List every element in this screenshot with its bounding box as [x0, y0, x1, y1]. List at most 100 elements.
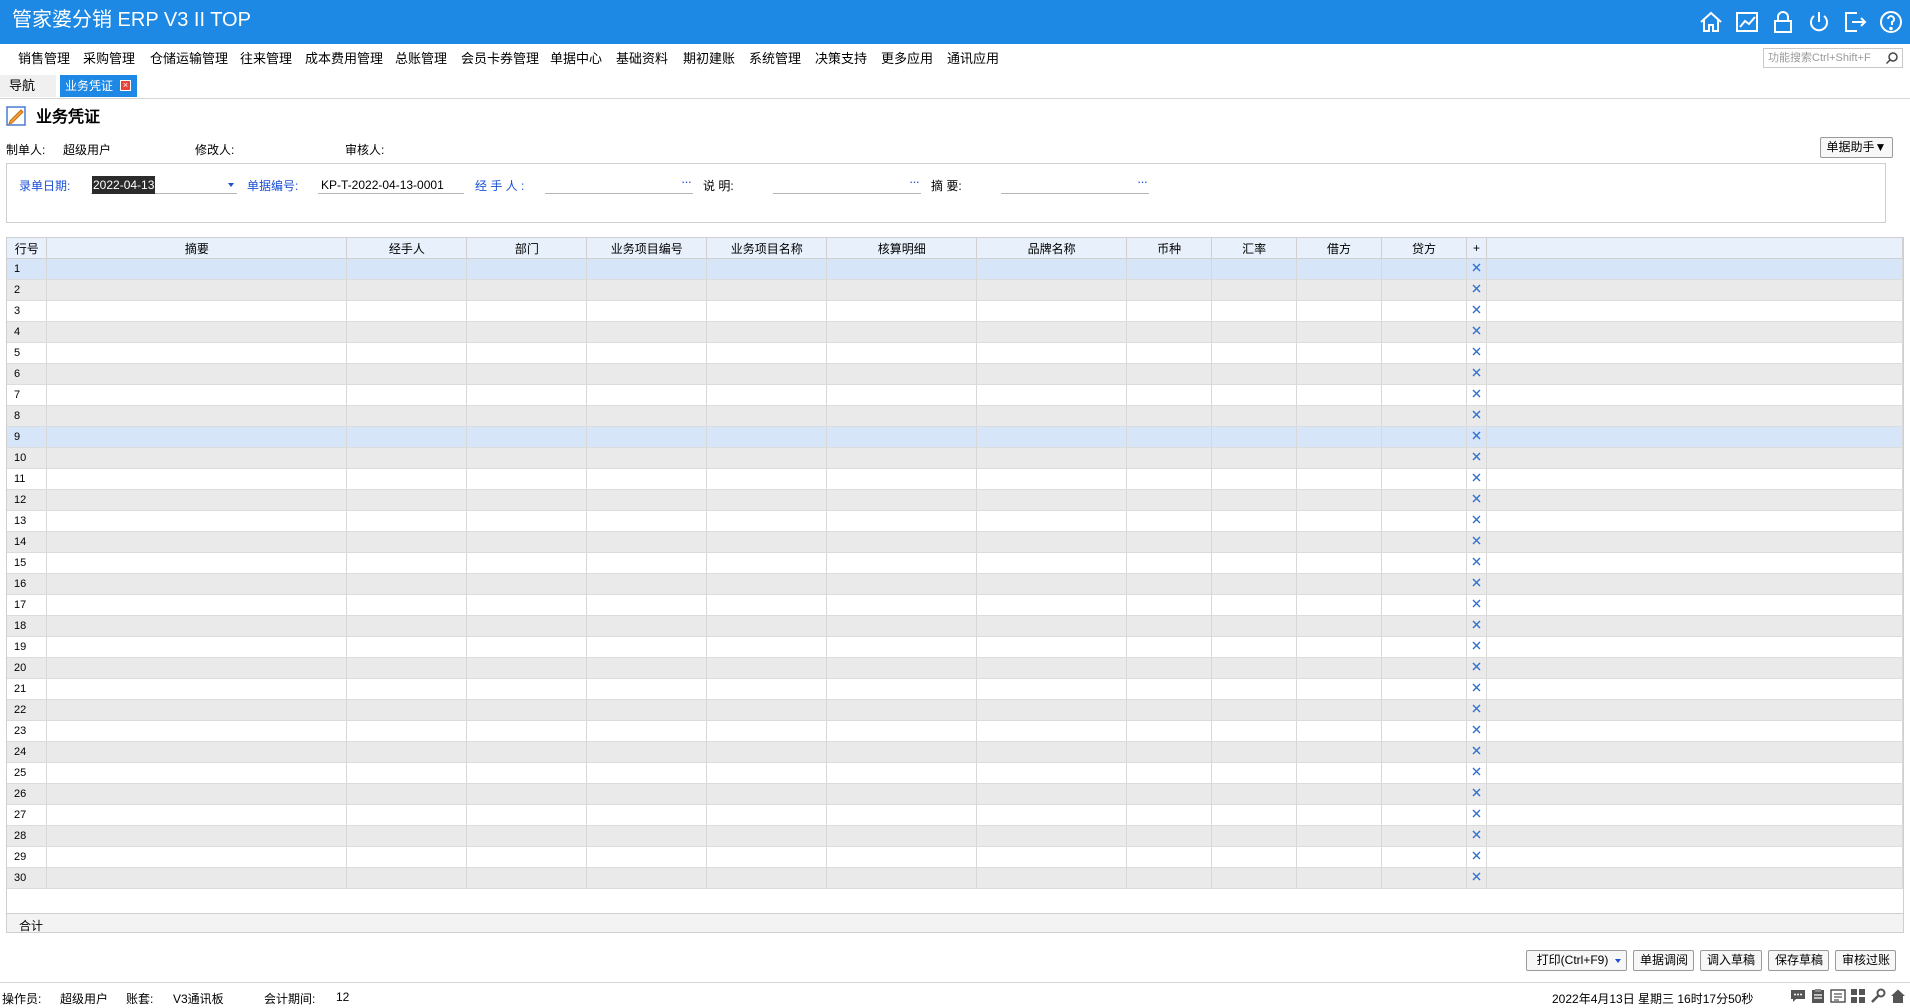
grid-cell[interactable] [1296, 573, 1383, 595]
table-row[interactable]: 27 [7, 804, 1903, 826]
grid-cell[interactable] [346, 720, 468, 742]
grid-cell[interactable] [346, 783, 468, 805]
table-row[interactable]: 22 [7, 699, 1903, 721]
grid-cell[interactable] [1381, 594, 1468, 616]
close-icon[interactable]: × [120, 80, 131, 91]
grid-cell[interactable] [586, 447, 708, 469]
table-row[interactable]: 29 [7, 846, 1903, 868]
menu-more-apps[interactable]: 更多应用 [881, 51, 933, 67]
grid-apps-icon[interactable] [1850, 988, 1866, 1004]
grid-cell[interactable] [1296, 846, 1383, 868]
grid-cell[interactable] [46, 678, 348, 700]
grid-cell[interactable] [346, 762, 468, 784]
grid-cell[interactable] [826, 447, 978, 469]
summary-field[interactable]: ··· [1001, 174, 1149, 194]
grid-cell[interactable] [346, 321, 468, 343]
delete-row-icon[interactable] [1466, 594, 1487, 616]
grid-cell[interactable] [976, 678, 1128, 700]
grid-cell[interactable] [1381, 279, 1468, 301]
grid-cell[interactable] [346, 426, 468, 448]
grid-cell[interactable] [586, 384, 708, 406]
grid-cell[interactable] [46, 363, 348, 385]
delete-row-icon[interactable] [1466, 300, 1487, 322]
grid-cell[interactable] [1211, 762, 1298, 784]
delete-row-icon[interactable] [1466, 804, 1487, 826]
grid-cell[interactable] [346, 510, 468, 532]
grid-cell[interactable] [46, 804, 348, 826]
grid-cell[interactable] [976, 279, 1128, 301]
table-row[interactable]: 12 [7, 489, 1903, 511]
power-icon[interactable] [1806, 9, 1832, 35]
col-project-code[interactable]: 业务项目编号 [586, 238, 708, 259]
grid-cell[interactable] [1211, 258, 1298, 280]
grid-cell[interactable] [826, 636, 978, 658]
table-row[interactable]: 23 [7, 720, 1903, 742]
grid-cell[interactable] [586, 783, 708, 805]
function-search[interactable] [1763, 48, 1903, 68]
grid-cell[interactable] [346, 384, 468, 406]
delete-row-icon[interactable] [1466, 384, 1487, 406]
delete-row-icon[interactable] [1466, 720, 1487, 742]
add-column-icon[interactable]: + [1466, 238, 1487, 259]
grid-cell[interactable] [346, 678, 468, 700]
search-input[interactable] [1764, 49, 1886, 67]
grid-cell[interactable] [466, 342, 588, 364]
grid-cell[interactable] [1211, 447, 1298, 469]
ellipsis-icon[interactable]: ··· [681, 173, 692, 191]
delete-row-icon[interactable] [1466, 489, 1487, 511]
grid-cell[interactable] [706, 279, 828, 301]
col-project-name[interactable]: 业务项目名称 [706, 238, 828, 259]
grid-cell[interactable] [586, 342, 708, 364]
grid-cell[interactable] [586, 741, 708, 763]
grid-cell[interactable] [46, 426, 348, 448]
delete-row-icon[interactable] [1466, 405, 1487, 427]
handler-field[interactable]: ··· [545, 173, 693, 194]
grid-cell[interactable] [586, 300, 708, 322]
table-row[interactable]: 17 [7, 594, 1903, 616]
grid-cell[interactable] [826, 762, 978, 784]
grid-cell[interactable] [1211, 594, 1298, 616]
grid-cell[interactable] [466, 594, 588, 616]
grid-cell[interactable] [1126, 321, 1213, 343]
grid-cell[interactable] [706, 783, 828, 805]
grid-cell[interactable] [466, 363, 588, 385]
grid-cell[interactable] [346, 615, 468, 637]
table-row[interactable]: 9 [7, 426, 1903, 448]
grid-cell[interactable] [1381, 447, 1468, 469]
grid-cell[interactable] [1211, 552, 1298, 574]
grid-cell[interactable] [466, 510, 588, 532]
grid-cell[interactable] [826, 489, 978, 511]
grid-cell[interactable] [586, 678, 708, 700]
grid-cell[interactable] [1381, 321, 1468, 343]
grid-cell[interactable] [1296, 321, 1383, 343]
grid-cell[interactable] [586, 699, 708, 721]
grid-cell[interactable] [586, 846, 708, 868]
table-row[interactable]: 14 [7, 531, 1903, 553]
menu-comm-apps[interactable]: 通讯应用 [947, 51, 999, 67]
grid-cell[interactable] [46, 615, 348, 637]
table-row[interactable]: 1 [7, 258, 1903, 280]
grid-cell[interactable] [46, 342, 348, 364]
grid-cell[interactable] [976, 552, 1128, 574]
grid-cell[interactable] [706, 363, 828, 385]
grid-cell[interactable] [976, 825, 1128, 847]
grid-cell[interactable] [1126, 279, 1213, 301]
grid-cell[interactable] [346, 594, 468, 616]
grid-cell[interactable] [826, 615, 978, 637]
grid-cell[interactable] [976, 258, 1128, 280]
table-row[interactable]: 15 [7, 552, 1903, 574]
grid-cell[interactable] [976, 321, 1128, 343]
grid-cell[interactable] [586, 531, 708, 553]
grid-cell[interactable] [1296, 804, 1383, 826]
grid-cell[interactable] [1126, 678, 1213, 700]
date-field[interactable]: 2022-04-13 [91, 176, 237, 194]
grid-cell[interactable] [1381, 342, 1468, 364]
grid-cell[interactable] [586, 321, 708, 343]
grid-cell[interactable] [346, 300, 468, 322]
grid-cell[interactable] [466, 426, 588, 448]
grid-cell[interactable] [826, 510, 978, 532]
grid-cell[interactable] [1126, 699, 1213, 721]
grid-cell[interactable] [586, 636, 708, 658]
grid-cell[interactable] [1296, 468, 1383, 490]
grid-cell[interactable] [1296, 531, 1383, 553]
